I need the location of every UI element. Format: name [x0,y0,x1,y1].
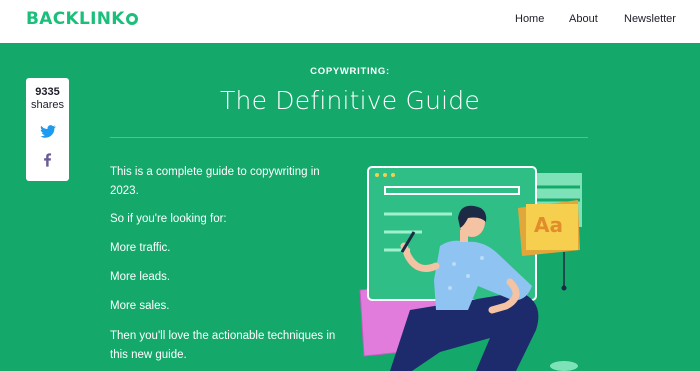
title-divider [110,137,588,138]
intro-paragraph: So if you're looking for: [110,213,227,225]
aa-badge-text: Aa [534,213,563,237]
twitter-share-button[interactable] [38,122,57,141]
nav-home-link[interactable]: Home [515,13,544,25]
intro-paragraph: More sales. [110,300,170,312]
logo-text: BACKLINK [26,9,125,29]
copywriting-illustration: Aa [340,160,600,371]
article-kicker: COPYWRITING: [310,66,390,77]
backlinko-logo[interactable]: BACKLINK [26,9,138,29]
intro-paragraph: This is a complete guide to copywriting … [110,166,320,197]
nav-about-link[interactable]: About [569,13,598,25]
nav-newsletter-link[interactable]: Newsletter [624,13,676,25]
intro-paragraph: Then you'll love the actionable techniqu… [110,330,336,361]
writer-illustration: Aa [359,166,582,371]
twitter-icon [40,125,56,138]
logo-o-ring-icon [125,13,138,25]
intro-paragraph: More leads. [110,271,171,283]
top-navbar: BACKLINK Home About Newsletter [0,0,700,43]
facebook-share-button[interactable] [38,150,57,169]
intro-paragraph: More traffic. [110,242,171,254]
page-title: The Definitive Guide [220,86,480,115]
facebook-icon [44,153,52,167]
